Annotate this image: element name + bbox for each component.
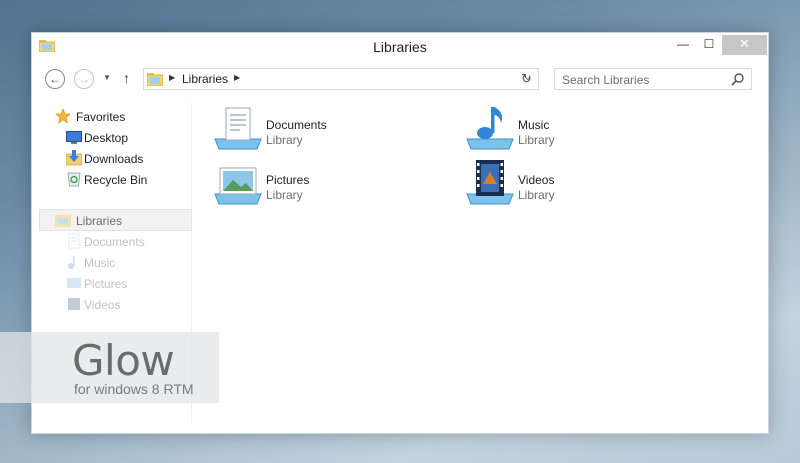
watermark-title: Glow xyxy=(72,336,175,385)
library-tile-music[interactable]: Music Library xyxy=(461,101,691,151)
breadcrumb-separator[interactable]: ▶ xyxy=(169,73,175,82)
library-type: Library xyxy=(518,188,555,202)
refresh-button[interactable]: ↻ xyxy=(515,68,539,90)
nav-item-label: Documents xyxy=(84,235,145,249)
breadcrumb-separator[interactable]: ▶ xyxy=(234,73,240,82)
nav-item-label: Pictures xyxy=(84,277,128,291)
library-name: Pictures xyxy=(266,173,310,187)
libraries-folder-icon xyxy=(55,215,71,227)
videos-library-icon xyxy=(466,160,514,205)
library-type: Library xyxy=(266,188,303,202)
library-tile-documents[interactable]: Documents Library xyxy=(209,101,439,151)
nav-item-label: Videos xyxy=(84,298,121,312)
address-bar[interactable]: ▶ Libraries ▶ ⌄ xyxy=(143,68,539,90)
nav-item-label: Downloads xyxy=(84,152,144,166)
back-button[interactable]: ← xyxy=(45,69,65,89)
forward-button[interactable]: → xyxy=(74,69,94,89)
star-icon xyxy=(55,108,71,124)
pictures-library-icon xyxy=(214,167,262,205)
search-placeholder: Search Libraries xyxy=(562,73,650,87)
library-name: Videos xyxy=(518,173,555,187)
library-tile-videos[interactable]: Videos Library xyxy=(461,156,691,206)
music-icon xyxy=(68,256,75,269)
minimize-button[interactable]: — xyxy=(670,35,696,55)
desktop-icon xyxy=(66,131,82,144)
nav-favorites-label: Favorites xyxy=(76,110,126,124)
theme-watermark: Glow for windows 8 RTM xyxy=(0,332,219,403)
library-type: Library xyxy=(266,133,303,147)
window-title: Libraries xyxy=(373,39,427,55)
navigation-bar: ← → ▼ ↑ ▶ Libraries ▶ ⌄ ↻ Search Librari… xyxy=(32,65,768,93)
downloads-icon xyxy=(66,150,82,166)
maximize-button[interactable]: ☐ xyxy=(696,35,722,55)
title-bar: Libraries — ☐ ✕ xyxy=(32,33,768,61)
documents-icon xyxy=(68,233,80,249)
breadcrumb-libraries[interactable]: Libraries xyxy=(182,72,228,86)
nav-item-label: Music xyxy=(84,256,116,270)
library-type: Library xyxy=(518,133,555,147)
music-library-icon xyxy=(466,107,514,150)
search-icon[interactable] xyxy=(731,72,745,86)
recycle-bin-icon xyxy=(67,172,81,187)
libraries-content: Documents Library Music Library Pictures… xyxy=(207,97,767,427)
close-button[interactable]: ✕ xyxy=(722,35,767,55)
nav-item-label: Recycle Bin xyxy=(84,173,148,187)
pictures-icon xyxy=(67,278,81,288)
nav-libraries-label: Libraries xyxy=(76,214,123,228)
library-name: Music xyxy=(518,118,550,132)
library-tile-pictures[interactable]: Pictures Library xyxy=(209,156,439,206)
library-name: Documents xyxy=(266,118,327,132)
nav-item-label: Desktop xyxy=(84,131,129,145)
videos-icon xyxy=(68,298,80,310)
libraries-folder-icon xyxy=(147,73,163,86)
recent-locations-dropdown[interactable]: ▼ xyxy=(103,73,111,82)
search-input[interactable]: Search Libraries xyxy=(554,68,752,90)
documents-library-icon xyxy=(214,107,262,150)
up-button[interactable]: ↑ xyxy=(123,70,130,86)
watermark-subtitle: for windows 8 RTM xyxy=(74,381,194,397)
